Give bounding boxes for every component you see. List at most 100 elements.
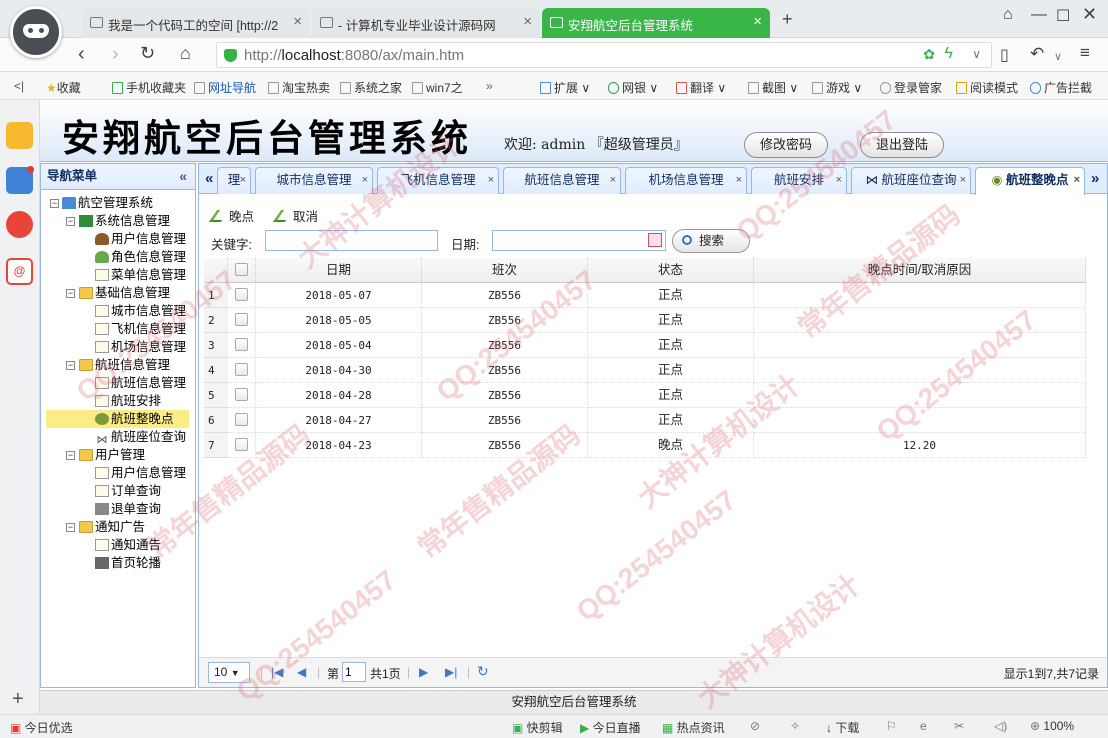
mail-icon[interactable]: @ [6,258,33,285]
close-icon[interactable]: × [753,13,762,30]
tree-group-users[interactable]: 用户管理 [79,446,145,464]
delay-button[interactable]: 晚点 [208,206,254,225]
flag-icon[interactable]: ⚐ [886,719,897,733]
logout-button[interactable]: 退出登陆 [860,132,944,158]
bookmark-item[interactable]: 系统之家 [340,79,402,96]
bookmark-item[interactable]: 网址导航 [194,79,256,96]
tree-item-order-query[interactable]: 订单查询 [95,482,161,500]
accelerate-icon[interactable]: ⊘ [750,719,760,733]
volume-icon[interactable]: ◁) [994,719,1007,733]
tab-plane[interactable]: 飞机信息管理 × [377,167,499,194]
collapse-node-icon[interactable]: − [66,217,75,226]
more-bookmarks-icon[interactable]: » [486,79,493,93]
browser-tab-2[interactable]: - 计算机专业毕业设计源码网 × [312,8,540,38]
close-icon[interactable]: × [240,168,246,193]
collapse-node-icon[interactable]: − [66,361,75,370]
skin-icon[interactable]: ⌂ [1003,6,1013,24]
tab-flight-delay[interactable]: ◉ 航班整晚点 × [975,167,1085,195]
search-button[interactable]: 搜索 [672,229,750,253]
tree-item-flight-info[interactable]: 航班信息管理 [95,374,186,392]
table-row[interactable]: 5 2018-04-28 ZB556 正点 [204,383,1086,408]
reload-icon[interactable]: ↻ [140,43,155,64]
tab-flight-schedule[interactable]: 航班安排 × [751,167,847,194]
back-icon[interactable]: ‹ [78,43,85,66]
tab-partial[interactable]: 理 × [217,167,251,194]
last-page-icon[interactable]: ▶| [445,665,457,679]
weibo-icon[interactable] [6,211,33,238]
maximize-icon[interactable]: ☐ [1056,6,1070,26]
calendar-icon[interactable] [648,233,662,247]
bookmark-item[interactable]: win7之 [412,79,463,96]
prev-page-icon[interactable]: ◀ [297,665,306,679]
chevron-down-icon[interactable]: ∨ [972,47,981,61]
table-row[interactable]: 2 2018-05-05 ZB556 正点 [204,308,1086,333]
tree-item-city[interactable]: 城市信息管理 [95,302,186,320]
phone-icon[interactable]: ▯ [1000,45,1009,65]
tree-item-seat-query[interactable]: ⋈ 航班座位查询 [95,428,187,446]
first-page-icon[interactable]: |◀ [271,665,283,679]
tree-item-refund-query[interactable]: 退单查询 [95,500,161,518]
close-icon[interactable]: × [836,168,842,193]
collapse-node-icon[interactable]: − [66,451,75,460]
tree-group-basic[interactable]: 基础信息管理 [79,284,170,302]
tree-item-user-info[interactable]: 用户信息管理 [95,230,186,248]
bookmark-favorites[interactable]: ★收藏 [46,79,81,96]
table-row[interactable]: 7 2018-04-23 ZB556 晚点 12.20 [204,433,1086,458]
tree-item-flight-delay[interactable]: 航班整晚点 [95,410,174,428]
minimize-icon[interactable]: — [1031,6,1047,24]
refresh-speed-icon[interactable]: ✿ [923,46,935,63]
tab-seat-query[interactable]: ⋈ 航班座位查询 × [851,167,971,194]
tab-flight-info[interactable]: 航班信息管理 × [503,167,621,194]
toolbar-banking[interactable]: 网银 ∨ [608,79,658,96]
tree-root[interactable]: 航空管理系统 [62,194,153,212]
daily-picks[interactable]: ▣ 今日优选 [10,719,73,736]
grid-header-reason[interactable]: 晚点时间/取消原因 [754,258,1086,283]
close-icon[interactable]: × [488,168,494,193]
change-password-button[interactable]: 修改密码 [744,132,828,158]
cut-icon[interactable]: ✂ [954,719,964,733]
tree-item-flight-schedule[interactable]: 航班安排 [95,392,161,410]
downloads[interactable]: ↓ 下载 [826,719,859,736]
ie-icon[interactable]: e [920,719,927,733]
row-checkbox[interactable] [235,363,248,376]
browser-logo[interactable] [10,6,62,58]
close-icon[interactable]: × [1074,168,1080,193]
row-checkbox[interactable] [235,338,248,351]
undo-icon[interactable]: ↶ [1030,44,1044,64]
grid-header-status[interactable]: 状态 [588,258,754,283]
row-checkbox[interactable] [235,313,248,326]
new-tab-button[interactable]: + [782,9,793,30]
sidebar-toggle-icon[interactable]: <| [14,79,24,93]
close-icon[interactable]: × [523,13,532,30]
zoom-level[interactable]: ⊕ 100% [1030,719,1074,733]
scroll-left-icon[interactable]: « [205,170,213,187]
page-number-input[interactable] [342,662,366,682]
cancel-button[interactable]: 取消 [272,206,318,225]
close-icon[interactable]: × [362,168,368,193]
browser-tab-1[interactable]: 我是一个代码工的空间 [http://2 × [82,8,310,38]
row-checkbox[interactable] [235,288,248,301]
toolbar-adblock[interactable]: 广告拦截 [1030,79,1092,96]
close-icon[interactable]: × [293,13,302,30]
next-page-icon[interactable]: ▶ [419,665,428,679]
tree-group-flight[interactable]: 航班信息管理 [79,356,170,374]
toolbar-screenshot[interactable]: 截图 ∨ [748,79,798,96]
table-row[interactable]: 3 2018-05-04 ZB556 正点 [204,333,1086,358]
bookmark-item[interactable]: 手机收藏夹 [112,79,186,96]
row-checkbox[interactable] [235,438,248,451]
live-today[interactable]: ▶ 今日直播 [580,719,641,736]
hot-news[interactable]: ▦ 热点资讯 [662,719,725,736]
pin-icon[interactable]: ✧ [790,719,800,733]
close-icon[interactable]: × [960,168,966,193]
table-row[interactable]: 4 2018-04-30 ZB556 正点 [204,358,1086,383]
grid-header-date[interactable]: 日期 [256,258,422,283]
collapse-node-icon[interactable]: − [66,289,75,298]
bookmark-item[interactable]: 淘宝热卖 [268,79,330,96]
tree-group-ads[interactable]: 通知广告 [79,518,145,536]
tree-item-notice[interactable]: 通知通告 [95,536,161,554]
refresh-icon[interactable]: ↻ [477,663,489,680]
browser-tab-3[interactable]: 安翔航空后台管理系统 × [542,8,770,38]
tree-group-system[interactable]: 系统信息管理 [79,212,170,230]
close-window-icon[interactable]: ✕ [1082,4,1097,25]
select-all-checkbox[interactable] [235,263,248,276]
